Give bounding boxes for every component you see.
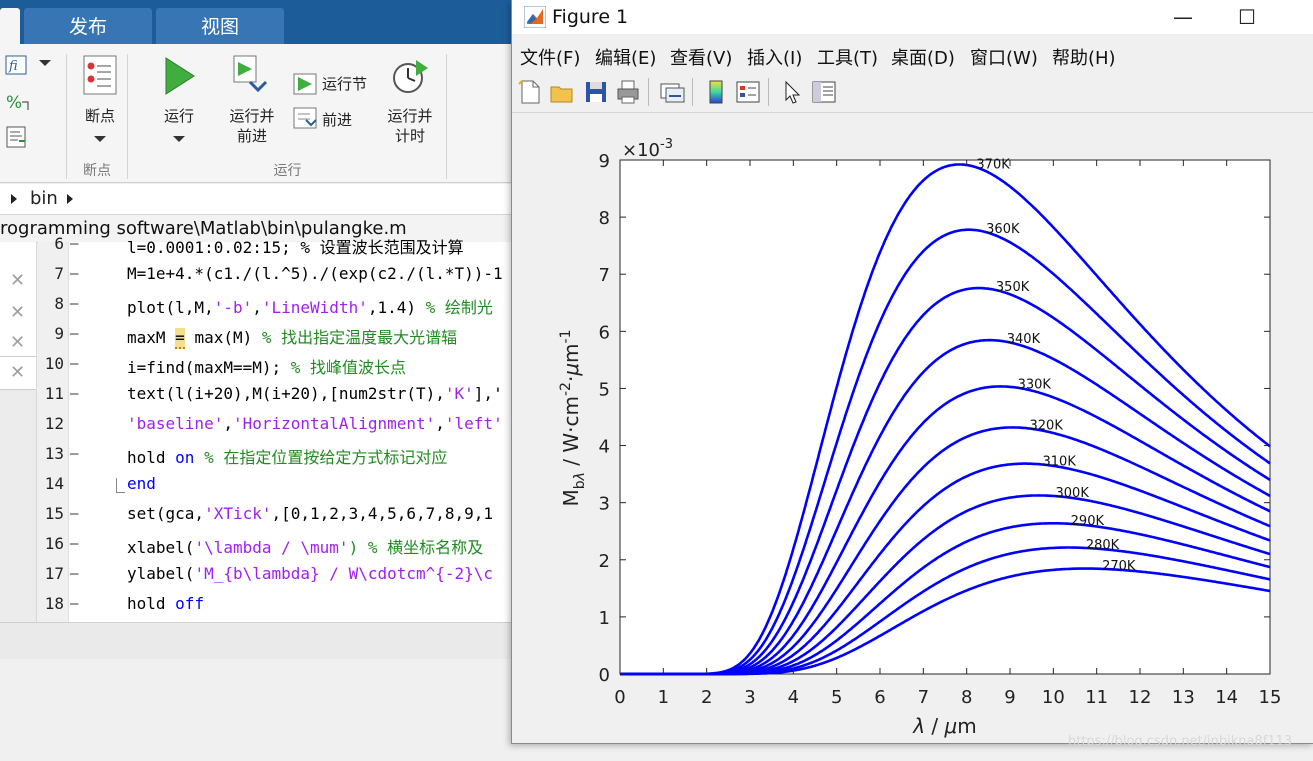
link-plot-icon[interactable] bbox=[658, 78, 686, 106]
menu-tools[interactable]: 工具(T) bbox=[817, 44, 878, 70]
indent-icon[interactable] bbox=[4, 124, 32, 150]
run-and-advance-button[interactable]: 运行并 前进 bbox=[222, 106, 282, 146]
run-section-button[interactable]: 运行节 bbox=[322, 74, 367, 94]
run-button[interactable]: 运行 bbox=[150, 106, 208, 126]
colorbar-icon[interactable] bbox=[702, 78, 730, 106]
line-number: 15 bbox=[44, 504, 64, 523]
figure-toolbar bbox=[512, 72, 1313, 113]
comment-icon[interactable]: % bbox=[4, 88, 32, 114]
menu-help[interactable]: 帮助(H) bbox=[1052, 44, 1116, 70]
figure-window: Figure 1 — ☐ 文件(F) 编辑(E) 查看(V) 插入(I) 工具(… bbox=[511, 0, 1313, 744]
breakpoints-group-label: 断点 bbox=[83, 163, 111, 179]
advance-icon[interactable] bbox=[292, 106, 318, 130]
code-line-16: xlabel('\lambda / \mum') % 横坐标名称及 bbox=[127, 538, 484, 557]
chevron-right-icon[interactable] bbox=[10, 193, 18, 205]
code-line-14: end bbox=[127, 474, 156, 493]
menu-view[interactable]: 查看(V) bbox=[670, 44, 732, 70]
breadcrumb-item-bin[interactable]: bin bbox=[30, 188, 58, 209]
insert-function-icon[interactable]: fi bbox=[4, 52, 34, 78]
run-section-icon[interactable] bbox=[292, 72, 318, 96]
figure-menu-bar: 文件(F) 编辑(E) 查看(V) 插入(I) 工具(T) 桌面(D) 窗口(W… bbox=[512, 38, 1313, 72]
code-line-18: hold off bbox=[127, 594, 205, 613]
chevron-down-icon[interactable] bbox=[38, 58, 52, 68]
close-icon[interactable]: ✕ bbox=[10, 270, 25, 291]
code-line-12: 'baseline','HorizontalAlignment','left' bbox=[127, 414, 503, 433]
tab-publish[interactable]: 发布 bbox=[24, 8, 152, 44]
figure-title: Figure 1 bbox=[552, 6, 629, 28]
line-number: 7 bbox=[54, 264, 64, 283]
line-number: 8 bbox=[54, 294, 64, 313]
close-icon[interactable]: ✕ bbox=[10, 332, 25, 353]
run-group-label: 运行 bbox=[273, 163, 302, 179]
line-number: 12 bbox=[44, 414, 64, 433]
chevron-down-icon[interactable] bbox=[93, 134, 107, 144]
code-line-13: hold on % 在指定位置按给定方式标记对应 bbox=[127, 448, 448, 467]
run-icon[interactable] bbox=[160, 54, 198, 98]
editor-status-area bbox=[0, 622, 520, 659]
breakpoints-icon[interactable] bbox=[80, 54, 120, 98]
run-and-time-icon[interactable] bbox=[390, 52, 430, 98]
maximize-button[interactable]: ☐ bbox=[1224, 2, 1270, 32]
line-number: 13 bbox=[44, 444, 64, 463]
code-line-11: text(l(i+20),M(i+20),[num2str(T),'K'],' bbox=[127, 384, 503, 403]
line-number: 9 bbox=[54, 324, 64, 343]
code-line-6: l=0.0001:0.02:15; % 设置波长范围及计算 bbox=[127, 238, 464, 257]
menu-window[interactable]: 窗口(W) bbox=[970, 44, 1038, 70]
line-number: 17 bbox=[44, 564, 64, 583]
minimize-button[interactable]: — bbox=[1160, 2, 1206, 32]
svg-text:%: % bbox=[6, 93, 22, 113]
menu-edit[interactable]: 编辑(E) bbox=[595, 44, 656, 70]
save-icon[interactable] bbox=[582, 78, 610, 106]
menu-desktop[interactable]: 桌面(D) bbox=[891, 44, 955, 70]
advance-button[interactable]: 前进 bbox=[322, 110, 352, 130]
line-number: 11 bbox=[44, 384, 64, 403]
code-line-9: maxM = max(M) % 找出指定温度最大光谱辐 bbox=[127, 328, 458, 349]
print-icon[interactable] bbox=[614, 78, 642, 106]
line-number: 10 bbox=[44, 354, 64, 373]
close-icon[interactable]: ✕ bbox=[10, 362, 25, 383]
code-line-8: plot(l,M,'-b','LineWidth',1.4) % 绘制光 bbox=[127, 298, 493, 317]
code-line-10: i=find(maxM==M); % 找峰值波长点 bbox=[127, 358, 407, 377]
line-number: 18 bbox=[44, 594, 64, 613]
chevron-right-icon[interactable] bbox=[66, 193, 74, 205]
run-and-advance-icon[interactable] bbox=[230, 52, 270, 98]
property-editor-icon[interactable] bbox=[810, 78, 838, 106]
new-file-icon[interactable] bbox=[516, 78, 544, 106]
menu-file[interactable]: 文件(F) bbox=[520, 44, 580, 70]
close-icon[interactable]: ✕ bbox=[10, 302, 25, 323]
tab-editor[interactable] bbox=[0, 8, 20, 44]
figure-canvas bbox=[512, 113, 1313, 743]
line-number: 16 bbox=[44, 534, 64, 553]
figure-title-bar: Figure 1 — ☐ bbox=[512, 0, 1313, 34]
menu-insert[interactable]: 插入(I) bbox=[747, 44, 802, 70]
pointer-icon[interactable] bbox=[778, 78, 806, 106]
line-number: 14 bbox=[44, 474, 64, 493]
code-line-17: ylabel('M_{b\lambda} / W\cdotcm^{-2}\c bbox=[127, 564, 494, 583]
breakpoints-button[interactable]: 断点 bbox=[74, 106, 126, 126]
code-line-15: set(gca,'XTick',[0,1,2,3,4,5,6,7,8,9,1 bbox=[127, 504, 494, 523]
matlab-logo-icon bbox=[524, 6, 546, 28]
chevron-down-icon[interactable] bbox=[172, 134, 186, 144]
open-folder-icon[interactable] bbox=[548, 78, 576, 106]
code-line-7: M=1e+4.*(c1./(l.^5)./(exp(c2./(l.*T))-1 bbox=[127, 264, 503, 283]
watermark: https://blog.csdn.net/jnbikna8f113 bbox=[1068, 734, 1293, 749]
run-and-time-button[interactable]: 运行并 计时 bbox=[380, 106, 440, 146]
file-tabs-strip: ✕ ✕ ✕ ✕ bbox=[0, 242, 37, 622]
tab-view[interactable]: 视图 bbox=[156, 8, 284, 44]
line-number: 6 bbox=[54, 234, 64, 253]
legend-icon[interactable] bbox=[734, 78, 762, 106]
svg-text:fi: fi bbox=[8, 59, 18, 74]
